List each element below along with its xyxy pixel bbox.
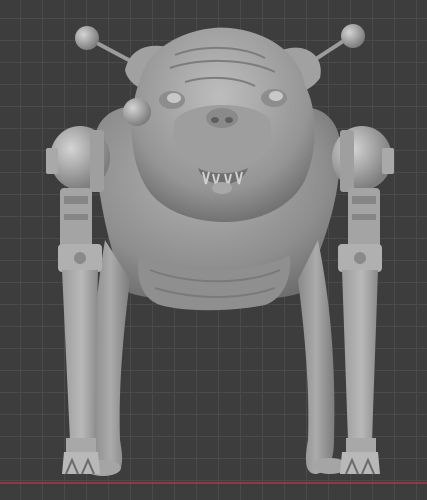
3d-viewport[interactable] bbox=[0, 0, 427, 500]
mech-leg-right bbox=[338, 188, 382, 475]
eye-sphere-left bbox=[123, 98, 151, 126]
pug-head bbox=[131, 27, 315, 222]
robot-pug-model[interactable] bbox=[0, 0, 427, 500]
shoulder-joint-left bbox=[46, 126, 110, 192]
shoulder-joint-right bbox=[332, 126, 394, 192]
